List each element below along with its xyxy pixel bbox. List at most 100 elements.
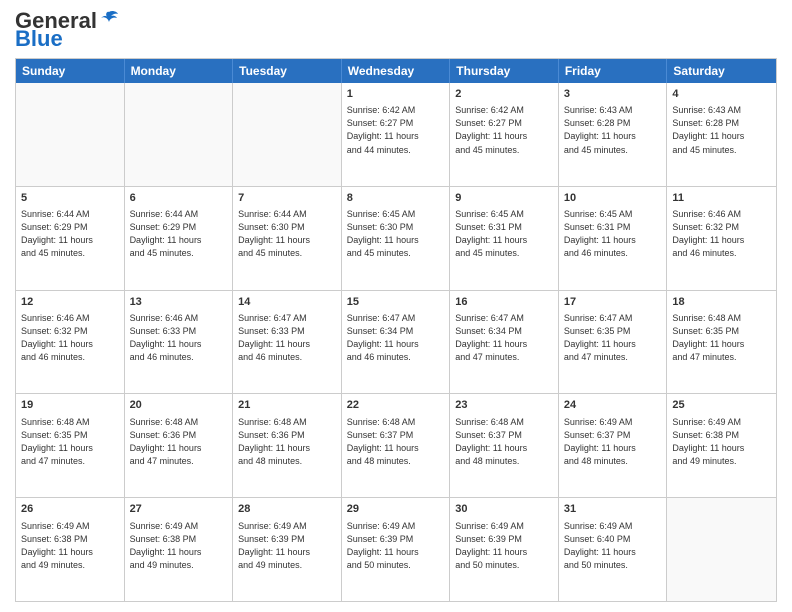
calendar-cell: 28Sunrise: 6:49 AM Sunset: 6:39 PM Dayli… — [233, 498, 342, 601]
day-info: Sunrise: 6:48 AM Sunset: 6:37 PM Dayligh… — [455, 416, 553, 468]
weekday-header-saturday: Saturday — [667, 59, 776, 83]
day-number: 15 — [347, 295, 445, 310]
day-number: 11 — [672, 191, 771, 206]
day-info: Sunrise: 6:49 AM Sunset: 6:39 PM Dayligh… — [347, 520, 445, 572]
calendar-cell: 11 Sunrise: 6:46 AM Sunset: 6:32 PM Dayli… — [667, 187, 776, 290]
day-info: Sunrise: 6:49 AM Sunset: 6:37 PM Dayligh… — [564, 416, 662, 468]
day-number: 16 — [455, 295, 553, 310]
calendar-cell: 16 Sunrise: 6:47 AM Sunset: 6:34 PM Dayli… — [450, 291, 559, 394]
calendar-cell: 1Sunrise: 6:42 AM Sunset: 6:27 PM Daylig… — [342, 83, 451, 186]
day-info: Sunrise: 6:46 AM Sunset: 6:32 PM Dayligh… — [21, 312, 119, 364]
day-number: 17 — [564, 295, 662, 310]
calendar-cell: 8 Sunrise: 6:45 AM Sunset: 6:30 PM Daylig… — [342, 187, 451, 290]
calendar-cell: 12 Sunrise: 6:46 AM Sunset: 6:32 PM Dayli… — [16, 291, 125, 394]
day-number: 10 — [564, 191, 662, 206]
day-info: Sunrise: 6:44 AM Sunset: 6:30 PM Dayligh… — [238, 208, 336, 260]
calendar-cell: 5Sunrise: 6:44 AM Sunset: 6:29 PM Daylig… — [16, 187, 125, 290]
calendar-cell: 18 Sunrise: 6:48 AM Sunset: 6:35 PM Dayli… — [667, 291, 776, 394]
calendar-row-3: 19 Sunrise: 6:48 AM Sunset: 6:35 PM Dayli… — [16, 394, 776, 498]
calendar-cell: 4 Sunrise: 6:43 AM Sunset: 6:28 PM Daylig… — [667, 83, 776, 186]
day-info: Sunrise: 6:49 AM Sunset: 6:40 PM Dayligh… — [564, 520, 662, 572]
day-info: Sunrise: 6:45 AM Sunset: 6:31 PM Dayligh… — [564, 208, 662, 260]
calendar-header: SundayMondayTuesdayWednesdayThursdayFrid… — [16, 59, 776, 83]
day-number: 25 — [672, 398, 771, 413]
day-info: Sunrise: 6:48 AM Sunset: 6:36 PM Dayligh… — [238, 416, 336, 468]
day-number: 8 — [347, 191, 445, 206]
calendar-cell: 22 Sunrise: 6:48 AM Sunset: 6:37 PM Dayli… — [342, 394, 451, 497]
calendar-cell: 27Sunrise: 6:49 AM Sunset: 6:38 PM Dayli… — [125, 498, 234, 601]
day-info: Sunrise: 6:48 AM Sunset: 6:36 PM Dayligh… — [130, 416, 228, 468]
day-info: Sunrise: 6:49 AM Sunset: 6:38 PM Dayligh… — [21, 520, 119, 572]
calendar-cell: 29Sunrise: 6:49 AM Sunset: 6:39 PM Dayli… — [342, 498, 451, 601]
day-number: 19 — [21, 398, 119, 413]
day-info: Sunrise: 6:48 AM Sunset: 6:37 PM Dayligh… — [347, 416, 445, 468]
day-number: 27 — [130, 502, 228, 517]
calendar-row-2: 12 Sunrise: 6:46 AM Sunset: 6:32 PM Dayli… — [16, 291, 776, 395]
day-info: Sunrise: 6:47 AM Sunset: 6:35 PM Dayligh… — [564, 312, 662, 364]
day-number: 12 — [21, 295, 119, 310]
calendar-cell: 26 Sunrise: 6:49 AM Sunset: 6:38 PM Dayli… — [16, 498, 125, 601]
day-info: Sunrise: 6:47 AM Sunset: 6:34 PM Dayligh… — [347, 312, 445, 364]
calendar-cell: 15 Sunrise: 6:47 AM Sunset: 6:34 PM Dayli… — [342, 291, 451, 394]
day-number: 9 — [455, 191, 553, 206]
day-info: Sunrise: 6:49 AM Sunset: 6:38 PM Dayligh… — [672, 416, 771, 468]
calendar-cell: 25 Sunrise: 6:49 AM Sunset: 6:38 PM Dayli… — [667, 394, 776, 497]
day-number: 30 — [455, 502, 553, 517]
day-info: Sunrise: 6:42 AM Sunset: 6:27 PM Dayligh… — [455, 104, 553, 156]
calendar-cell: 17 Sunrise: 6:47 AM Sunset: 6:35 PM Dayli… — [559, 291, 668, 394]
day-number: 2 — [455, 87, 553, 102]
calendar-cell — [16, 83, 125, 186]
day-number: 21 — [238, 398, 336, 413]
day-info: Sunrise: 6:43 AM Sunset: 6:28 PM Dayligh… — [564, 104, 662, 156]
day-number: 23 — [455, 398, 553, 413]
day-number: 18 — [672, 295, 771, 310]
calendar-cell: 7 Sunrise: 6:44 AM Sunset: 6:30 PM Daylig… — [233, 187, 342, 290]
header: General Blue — [15, 10, 777, 50]
day-info: Sunrise: 6:44 AM Sunset: 6:29 PM Dayligh… — [21, 208, 119, 260]
day-info: Sunrise: 6:47 AM Sunset: 6:33 PM Dayligh… — [238, 312, 336, 364]
weekday-header-tuesday: Tuesday — [233, 59, 342, 83]
day-number: 4 — [672, 87, 771, 102]
day-info: Sunrise: 6:45 AM Sunset: 6:30 PM Dayligh… — [347, 208, 445, 260]
day-info: Sunrise: 6:43 AM Sunset: 6:28 PM Dayligh… — [672, 104, 771, 156]
day-info: Sunrise: 6:45 AM Sunset: 6:31 PM Dayligh… — [455, 208, 553, 260]
day-info: Sunrise: 6:49 AM Sunset: 6:39 PM Dayligh… — [455, 520, 553, 572]
calendar-body: 1 Sunrise: 6:42 AM Sunset: 6:27 PM Daylig… — [16, 83, 776, 601]
day-info: Sunrise: 6:46 AM Sunset: 6:32 PM Dayligh… — [672, 208, 771, 260]
calendar-cell: 2 Sunrise: 6:42 AM Sunset: 6:27 PM Daylig… — [450, 83, 559, 186]
calendar-cell: 9 Sunrise: 6:45 AM Sunset: 6:31 PM Daylig… — [450, 187, 559, 290]
day-info: Sunrise: 6:49 AM Sunset: 6:39 PM Dayligh… — [238, 520, 336, 572]
day-number: 6 — [130, 191, 228, 206]
day-number: 24 — [564, 398, 662, 413]
calendar-cell: 23 Sunrise: 6:48 AM Sunset: 6:37 PM Dayli… — [450, 394, 559, 497]
weekday-header-monday: Monday — [125, 59, 234, 83]
day-number: 31 — [564, 502, 662, 517]
weekday-header-friday: Friday — [559, 59, 668, 83]
day-number: 26 — [21, 502, 119, 517]
day-info: Sunrise: 6:44 AM Sunset: 6:29 PM Dayligh… — [130, 208, 228, 260]
weekday-header-sunday: Sunday — [16, 59, 125, 83]
calendar-cell: 20 Sunrise: 6:48 AM Sunset: 6:36 PM Dayli… — [125, 394, 234, 497]
day-number: 13 — [130, 295, 228, 310]
calendar-cell — [125, 83, 234, 186]
calendar-cell: 21 Sunrise: 6:48 AM Sunset: 6:36 PM Dayli… — [233, 394, 342, 497]
day-number: 22 — [347, 398, 445, 413]
day-number: 7 — [238, 191, 336, 206]
calendar-cell — [233, 83, 342, 186]
logo-blue-text: Blue — [15, 28, 63, 50]
day-info: Sunrise: 6:47 AM Sunset: 6:34 PM Dayligh… — [455, 312, 553, 364]
calendar-cell: 24 Sunrise: 6:49 AM Sunset: 6:37 PM Dayli… — [559, 394, 668, 497]
calendar-cell: 19 Sunrise: 6:48 AM Sunset: 6:35 PM Dayli… — [16, 394, 125, 497]
calendar-row-0: 1 Sunrise: 6:42 AM Sunset: 6:27 PM Daylig… — [16, 83, 776, 187]
calendar-cell: 14Sunrise: 6:47 AM Sunset: 6:33 PM Dayli… — [233, 291, 342, 394]
calendar: SundayMondayTuesdayWednesdayThursdayFrid… — [15, 58, 777, 602]
page: General Blue SundayMondayTuesdayWednesda… — [0, 0, 792, 612]
calendar-row-1: 5Sunrise: 6:44 AM Sunset: 6:29 PM Daylig… — [16, 187, 776, 291]
calendar-cell: 30 Sunrise: 6:49 AM Sunset: 6:39 PM Dayli… — [450, 498, 559, 601]
day-number: 20 — [130, 398, 228, 413]
day-info: Sunrise: 6:48 AM Sunset: 6:35 PM Dayligh… — [672, 312, 771, 364]
calendar-cell — [667, 498, 776, 601]
calendar-row-4: 26 Sunrise: 6:49 AM Sunset: 6:38 PM Dayli… — [16, 498, 776, 601]
day-info: Sunrise: 6:48 AM Sunset: 6:35 PM Dayligh… — [21, 416, 119, 468]
day-number: 1 — [347, 87, 445, 102]
